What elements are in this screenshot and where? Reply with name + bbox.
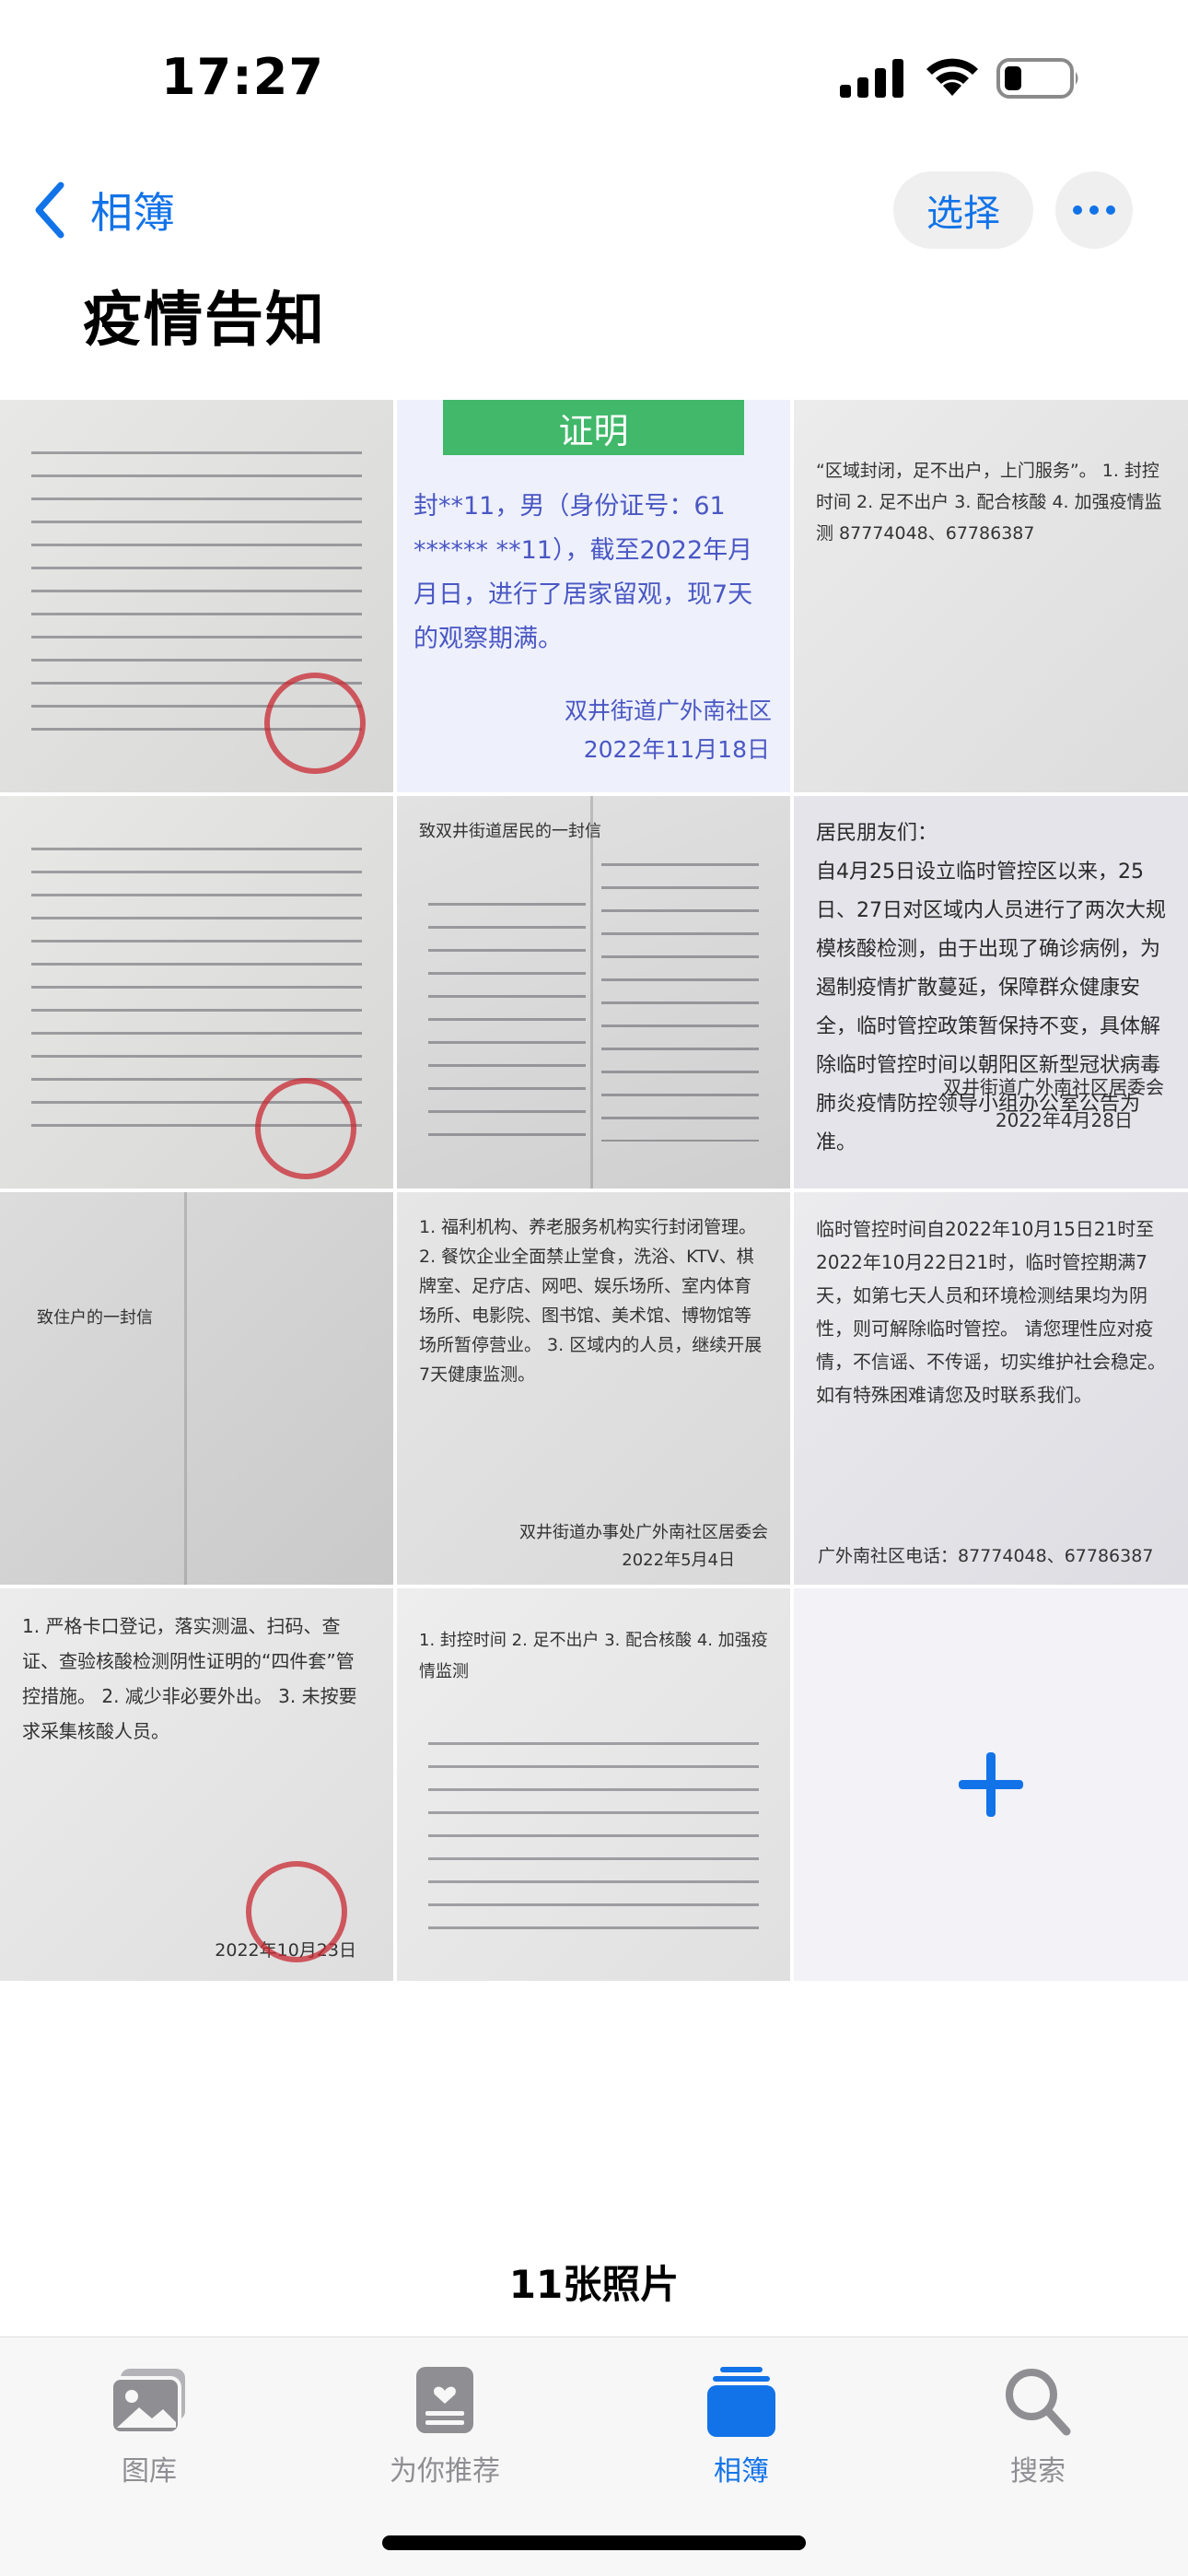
photo-thumbnail[interactable]: “区域封闭，足不出户，上门服务”。 1. 封控时间 2. 足不出户 3. 配合核… [794,400,1188,792]
photo-thumbnail[interactable]: 致双井街道居民的一封信 [397,796,790,1188]
more-options-button[interactable] [1055,171,1133,249]
add-photos-button[interactable] [794,1588,1188,1981]
photo-thumbnail[interactable]: 居民朋友们： 自4月25日设立临时管控区以来，25日、27日对区域内人员进行了两… [794,796,1188,1188]
photo-thumbnail[interactable] [0,796,393,1188]
status-bar: 17:27 [0,0,1188,157]
for-you-icon [416,2367,473,2433]
red-seal-icon [255,1078,356,1179]
album-title: 疫情告知 [83,287,326,355]
document-photo: 临时管控时间自2022年10月15日21时至2022年10月22日21时，临时管… [794,1192,1188,1585]
photo-thumbnail[interactable]: 1. 严格卡口登记，落实测温、扫码、查证、查验核酸检测阴性证明的“四件套”管控措… [0,1588,393,1981]
document-photo: 致双井街道居民的一封信 [397,796,790,1188]
photo-grid: 证明 封**11，男（身份证号：61 ****** **11），截至2022年月… [0,400,1188,1981]
certificate-org: 双井街道广外南社区 [564,697,772,724]
document-photo [0,400,393,792]
battery-icon [996,58,1078,99]
document-photo: 居民朋友们： 自4月25日设立临时管控区以来，25日、27日对区域内人员进行了两… [794,796,1188,1188]
photo-thumbnail[interactable] [0,400,393,792]
certificate-header: 证明 [443,400,744,455]
photo-thumbnail[interactable]: 临时管控时间自2022年10月15日21时至2022年10月22日21时，临时管… [794,1192,1188,1585]
photo-thumbnail[interactable]: 证明 封**11，男（身份证号：61 ****** **11），截至2022年月… [397,400,790,792]
certificate-photo: 证明 封**11，男（身份证号：61 ****** **11），截至2022年月… [397,400,790,792]
albums-icon [707,2367,775,2437]
document-photo: 1. 封控时间 2. 足不出户 3. 配合核酸 4. 加强疫情监测 [397,1588,790,1981]
document-photo: 致住户的一封信 [0,1192,393,1585]
red-seal-icon [246,1861,347,1962]
chevron-left-icon [35,181,64,239]
document-photo: 1. 严格卡口登记，落实测温、扫码、查证、查验核酸检测阴性证明的“四件套”管控措… [0,1588,393,1981]
back-label: 相簿 [90,188,175,238]
photo-library-icon [110,2369,185,2435]
cellular-signal-icon [840,59,903,98]
wifi-icon [926,58,978,96]
tab-library[interactable]: 图库 [57,2365,241,2488]
search-icon [1006,2369,1071,2436]
photo-thumbnail[interactable]: 1. 福利机构、养老服务机构实行封闭管理。 2. 餐饮企业全面禁止堂食，洗浴、K… [397,1192,790,1585]
certificate-body: 封**11，男（身份证号：61 ****** **11），截至2022年月月日，… [413,492,753,653]
document-photo: 1. 福利机构、养老服务机构实行封闭管理。 2. 餐饮企业全面禁止堂食，洗浴、K… [397,1192,790,1585]
status-time: 17:27 [161,48,324,106]
certificate-date: 2022年11月18日 [583,736,770,763]
document-photo: “区域封闭，足不出户，上门服务”。 1. 封控时间 2. 足不出户 3. 配合核… [794,400,1188,792]
plus-icon [959,1752,1023,1817]
document-photo [0,796,393,1188]
home-indicator[interactable] [382,2535,806,2550]
tab-albums[interactable]: 相簿 [649,2365,833,2488]
red-seal-icon [264,673,366,774]
ellipsis-icon [1073,205,1082,215]
photo-count: 11张照片 [508,2262,680,2307]
select-button[interactable]: 选择 [893,171,1033,249]
back-button[interactable]: 相簿 [31,173,175,247]
tab-for-you[interactable]: 为你推荐 [353,2365,537,2488]
photo-thumbnail[interactable]: 致住户的一封信 [0,1192,393,1585]
photo-thumbnail[interactable]: 1. 封控时间 2. 足不出户 3. 配合核酸 4. 加强疫情监测 [397,1588,790,1981]
tab-search[interactable]: 搜索 [946,2365,1130,2488]
